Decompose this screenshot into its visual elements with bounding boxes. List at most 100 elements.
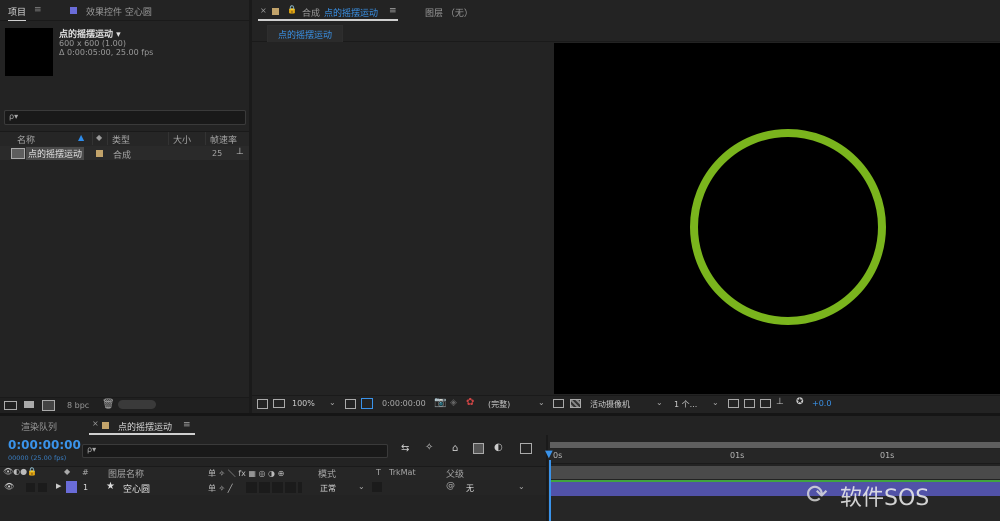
comp-color-swatch [102,422,109,429]
pick-whip-icon[interactable]: @ [446,481,455,491]
exposure-value[interactable]: +0.0 [812,399,831,408]
delete-icon[interactable]: 🗑 [102,399,115,410]
resolution-icon[interactable] [345,399,356,409]
viewer-timecode[interactable]: 0:00:00:00 [382,399,426,408]
monitor-icon[interactable] [273,399,285,408]
expand-arrow-icon[interactable]: ▶ [56,482,61,490]
tab-comp-label[interactable]: 合成 [302,6,320,19]
lock-box[interactable] [38,483,47,492]
new-composition-icon[interactable] [42,400,55,411]
project-search-input[interactable] [4,110,246,125]
shy-layers-icon[interactable]: ⌂ [452,443,458,454]
graph-editor-icon[interactable] [520,443,532,454]
always-preview-icon[interactable] [257,399,268,409]
flowchart-icon[interactable]: ⊥ [236,147,244,157]
project-item-name[interactable]: 点的摇摆运动 [26,147,85,160]
tab-comp-name[interactable]: 点的摇摆运动 [324,6,378,19]
camera-dropdown[interactable]: 活动摄像机 [590,399,630,410]
tab-project[interactable]: 项目 [8,5,27,21]
layer-number: 1 [83,483,89,492]
project-item-fps: 25 [212,149,223,158]
fast-preview-icon[interactable] [744,399,755,408]
layer-parent-dropdown[interactable]: 无 [466,483,474,494]
ruler-label-1: 01s [730,451,745,460]
col-type[interactable]: 类型 [112,133,130,146]
layer-label-swatch[interactable] [66,481,77,493]
close-tab-icon[interactable]: × [92,419,99,428]
active-tab-underline [89,433,195,435]
col-layer-name[interactable]: 图层名称 [108,467,144,480]
tab-menu-icon[interactable]: ≡ [183,420,191,430]
timeline-divider[interactable] [546,435,548,521]
color-channel-icon[interactable]: ✿ [466,397,474,408]
lock-icon[interactable]: 🔒 [287,5,297,14]
frame-blending-icon[interactable] [473,443,484,454]
tab-layer[interactable]: 图层 （无） [425,6,473,19]
bpc-button[interactable]: 8 bpc [67,401,89,410]
visibility-eye-icon[interactable]: 👁 [4,482,14,491]
playhead-icon[interactable]: ▼ [545,449,553,460]
col-switches: 单 ✧ ＼ fx ▦ ◎ ◑ ⊕ [208,469,285,478]
draft-3d-icon[interactable]: ✧ [425,442,433,453]
col-mode[interactable]: 模式 [318,467,336,480]
current-timecode[interactable]: 0:00:00:00 [8,438,81,452]
timeline-search-input[interactable] [82,444,388,458]
chevron-down-icon[interactable]: ⌄ [358,482,365,491]
tab-render-queue[interactable]: 渲染队列 [21,420,57,433]
effects-color-swatch [70,7,77,14]
reset-exposure-icon[interactable]: ✪ [796,397,804,407]
sort-ascending-icon[interactable]: ▲ [78,133,84,142]
views-dropdown[interactable]: 1 个... [674,399,697,410]
av-features-icons: 👁◐●🔒 [3,467,38,476]
quality-dropdown[interactable]: (完整) [488,399,510,410]
project-scrollbar[interactable] [118,400,156,409]
search-icon: ρ▾ [87,445,97,454]
tab-menu-icon[interactable]: ≡ [34,5,42,15]
tab-menu-icon[interactable]: ≡ [389,6,397,16]
watermark-logo-icon: ⟳ [806,480,828,510]
transparency-grid-icon[interactable] [570,399,581,408]
watermark: ⟳ 软件SOS [806,478,996,512]
composition-canvas[interactable] [554,43,1000,394]
layer-name[interactable]: 空心圆 [123,482,150,495]
hollow-circle-shape[interactable] [690,129,886,325]
close-tab-icon[interactable]: × [260,6,267,15]
switch-boxes[interactable] [246,482,302,493]
comp-subtab-bar [252,24,1000,42]
new-folder-icon[interactable] [24,401,34,408]
col-parent[interactable]: 父级 [446,467,464,480]
mask-visibility-icon[interactable] [361,398,373,409]
timeline-icon[interactable] [760,399,771,408]
col-t: T [376,468,381,477]
tab-effect-controls[interactable]: 效果控件 空心圆 [86,5,152,18]
col-fps[interactable]: 帧速率 [210,133,237,146]
chevron-down-icon[interactable]: ⌄ [538,398,545,407]
work-area-bar[interactable] [550,442,1000,448]
comp-mini-flowchart-icon[interactable]: ⇆ [401,443,409,454]
chevron-down-icon[interactable]: ⌄ [712,398,719,407]
motion-blur-icon[interactable]: ◐ [494,442,503,453]
toggle-pixel-aspect-icon[interactable] [728,399,739,408]
col-size[interactable]: 大小 [173,133,191,146]
time-ruler[interactable] [550,449,1000,464]
chevron-down-icon[interactable]: ⌄ [518,482,525,491]
layer-mode-dropdown[interactable]: 正常 [320,483,336,494]
snapshot-icon[interactable]: 📷 [434,397,446,408]
trkmat-box[interactable] [372,482,382,492]
chevron-down-icon[interactable]: ⌄ [656,398,663,407]
tab-timeline-comp[interactable]: 点的摇摆运动 [118,420,172,433]
comp-duration-label: Δ 0:00:05:00, 25.00 fps [59,48,154,57]
interpret-footage-icon[interactable] [4,401,17,410]
flowchart-icon[interactable]: ⊥ [776,397,784,407]
chevron-down-icon[interactable]: ⌄ [329,398,336,407]
region-of-interest-icon[interactable] [553,399,564,408]
watermark-text: 软件SOS [840,486,930,511]
project-item-type: 合成 [113,151,132,161]
layer-switches[interactable]: 单 ✧ ╱ [208,483,233,494]
solo-box[interactable] [26,483,35,492]
zoom-dropdown[interactable]: 100% [292,399,315,408]
col-layer-number: # [82,468,89,477]
col-name[interactable]: 名称 [17,133,35,146]
show-snapshot-icon[interactable]: ◈ [450,398,457,408]
col-trkmat[interactable]: TrkMat [389,468,416,477]
